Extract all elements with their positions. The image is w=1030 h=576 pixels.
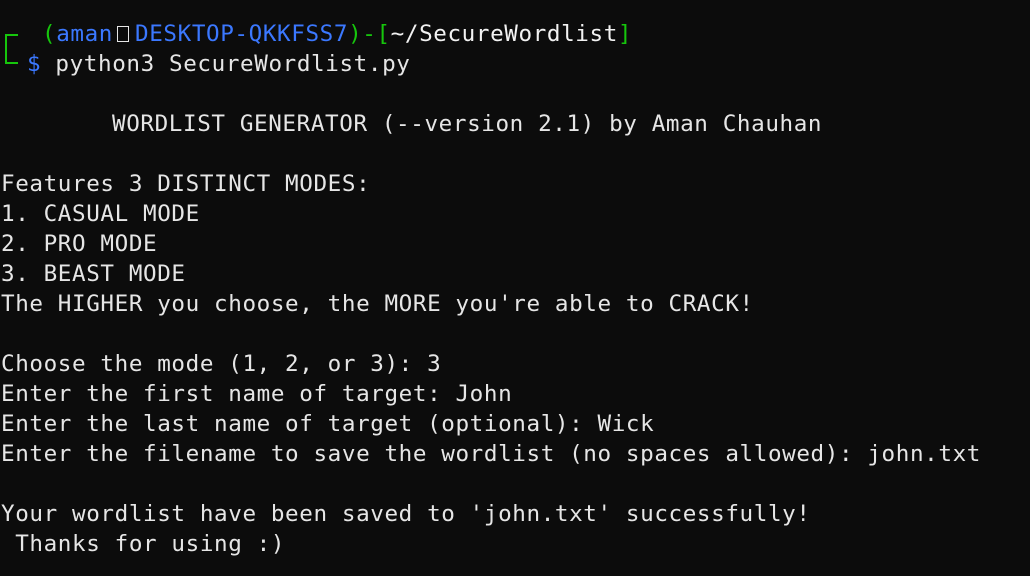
last-name-prompt: Enter the last name of target (optional)… xyxy=(1,411,655,437)
tagline: The HIGHER you choose, the MORE you're a… xyxy=(1,291,754,317)
skull-icon xyxy=(117,26,130,42)
mode-1: 1. CASUAL MODE xyxy=(1,201,200,227)
program-title: WORDLIST GENERATOR (--version 2.1) by Am… xyxy=(112,111,823,137)
prompt-corner-bottom xyxy=(5,50,18,64)
prompt-host: DESKTOP-QKKFSS7 xyxy=(135,21,349,47)
terminal-window[interactable]: (aman DESKTOP-QKKFSS7)-[~/SecureWordlist]… xyxy=(0,0,1030,576)
prompt-user: aman xyxy=(56,21,114,47)
prompt-header: (aman DESKTOP-QKKFSS7)-[~/SecureWordlist] xyxy=(42,19,632,49)
prompt-symbol: $ xyxy=(27,51,42,77)
thanks-message: Thanks for using :) xyxy=(1,531,286,557)
saved-message: Your wordlist have been saved to 'john.t… xyxy=(1,501,811,527)
prompt-path: ~/SecureWordlist xyxy=(390,21,618,47)
mode-2: 2. PRO MODE xyxy=(1,231,158,257)
features-heading: Features 3 DISTINCT MODES: xyxy=(1,171,371,197)
command-line: $ python3 SecureWordlist.py xyxy=(27,49,410,79)
prompt-close-bracket: ] xyxy=(617,21,633,47)
first-name-prompt: Enter the first name of target: John xyxy=(1,381,513,407)
mode-3: 3. BEAST MODE xyxy=(1,261,186,287)
prompt-close-paren: )-[ xyxy=(348,21,391,47)
mode-prompt: Choose the mode (1, 2, or 3): 3 xyxy=(1,351,442,377)
prompt-open-paren: ( xyxy=(42,21,57,47)
command-text: python3 SecureWordlist.py xyxy=(55,51,411,77)
filename-prompt: Enter the filename to save the wordlist … xyxy=(1,441,981,467)
